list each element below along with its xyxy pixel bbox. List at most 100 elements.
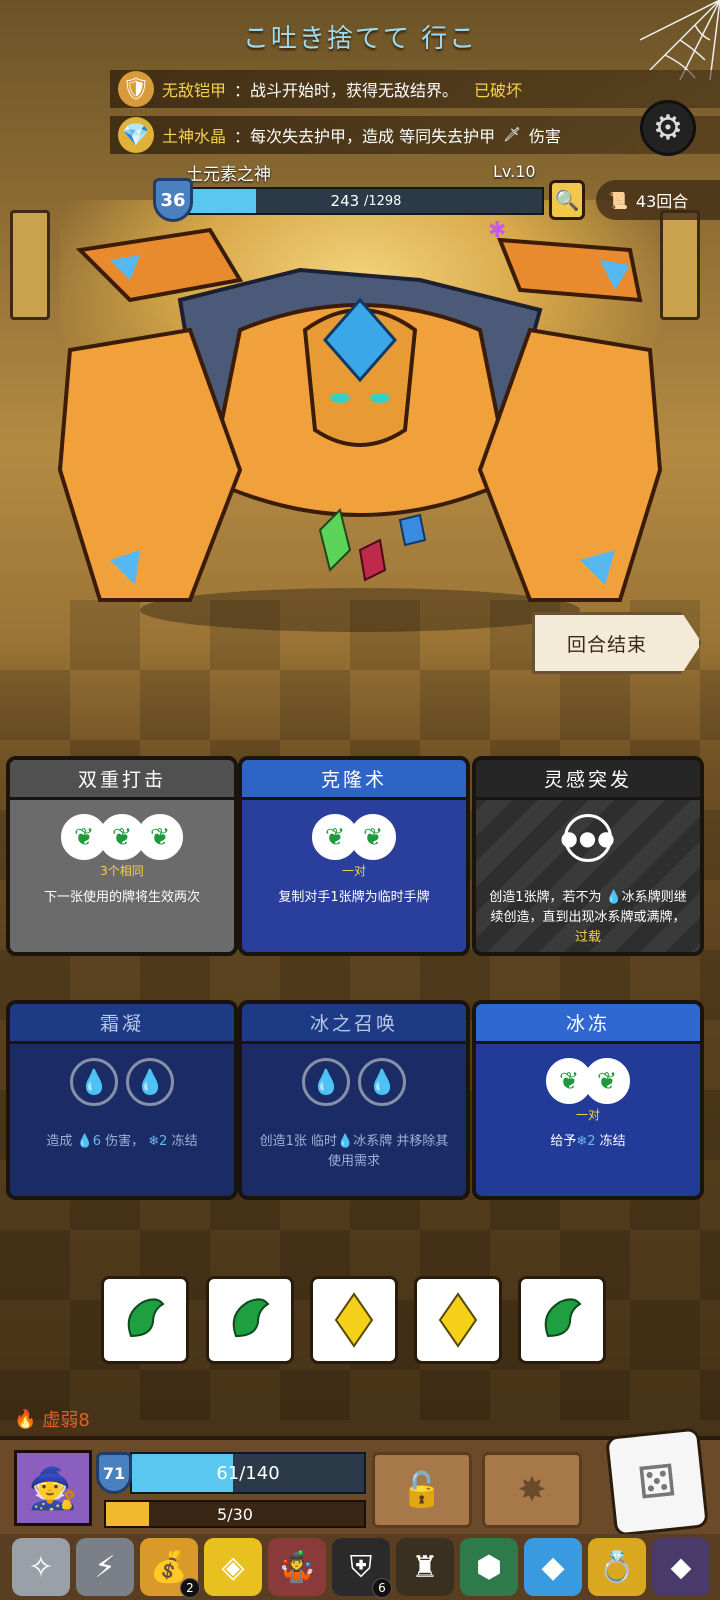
golden-armor-icon: 🛡 bbox=[118, 71, 154, 107]
turn-counter: 📜 43回合 bbox=[596, 180, 720, 220]
water-drop-icon: 💧 bbox=[605, 890, 622, 905]
water-drop-icon: 💧 bbox=[337, 1134, 354, 1149]
card-desc-part: 造成 bbox=[46, 1134, 77, 1149]
card-dice-slots: ❦ ❦ bbox=[242, 814, 466, 860]
turtle-shell-icon[interactable]: ⬢ bbox=[460, 1538, 518, 1596]
lightning-orb-icon[interactable]: ⚡ bbox=[76, 1538, 134, 1596]
tray-badge: 2 bbox=[180, 1578, 200, 1598]
sword-icon: 🗡 bbox=[503, 127, 521, 143]
water-drop-slot-icon: 💧 bbox=[358, 1058, 406, 1106]
relic-desc: ：每次失去护甲，造成 等同失去护甲 bbox=[234, 127, 496, 146]
earth-crystal-icon: 💎 bbox=[118, 117, 154, 153]
player-hp-text: 61/140 bbox=[216, 1462, 280, 1484]
yellow-diamond-icon bbox=[438, 1292, 478, 1348]
flame-icon: 🔥 bbox=[14, 1408, 37, 1430]
enemy-name: 土元素之神 bbox=[186, 165, 271, 185]
magnifier-icon: 🔍 bbox=[554, 188, 580, 212]
black-shield-icon[interactable]: ⛨ 6 bbox=[332, 1538, 392, 1598]
card-desc-part: 创造1张牌，若不为 bbox=[489, 890, 606, 905]
card-title: 克隆术 bbox=[242, 760, 466, 800]
snowflake-icon: ❄ bbox=[576, 1134, 588, 1149]
leaf-slot-icon: ❦ bbox=[350, 814, 396, 860]
player-energy-text: 5/30 bbox=[217, 1504, 253, 1524]
card-desc-part: 冻结 bbox=[167, 1134, 198, 1149]
leaf-slot-icon: ❦ bbox=[137, 814, 183, 860]
die-diamond[interactable] bbox=[310, 1276, 398, 1364]
card-requirement: 一对 bbox=[575, 1108, 600, 1122]
water-drop-slot-icon: 💧 bbox=[302, 1058, 350, 1106]
settings-gear-icon[interactable]: ⚙ bbox=[640, 100, 696, 156]
locked-slot-button[interactable]: 🔓 bbox=[372, 1452, 472, 1528]
card-title: 冰冻 bbox=[476, 1004, 700, 1044]
enemy-hp-text: 243 /1298 bbox=[190, 189, 542, 213]
skill-card-frost[interactable]: 霜凝 💧 💧 造成 💧6 伤害， ❄2 冻结 bbox=[6, 1000, 238, 1200]
inspect-enemy-button[interactable]: 🔍 bbox=[549, 180, 585, 220]
yellow-diamond-icon bbox=[334, 1292, 374, 1348]
leaf-icon bbox=[544, 1298, 582, 1338]
snowflake-icon: ❄ bbox=[148, 1134, 160, 1149]
card-description: 创造1张 临时💧冰系牌 并移除其使用需求 bbox=[254, 1132, 454, 1172]
relic-tray: ✧ ⚡ 💰 2 ◈ 🤹 ⛨ 6 ♜ ⬢ ◆ 💍 ⬥ bbox=[0, 1534, 720, 1600]
relic-row-invincible-armor[interactable]: 🛡 无敌铠甲 ：战斗开始时，获得无敌结界。 已破坏 bbox=[110, 70, 720, 108]
skill-card-clone[interactable]: 克隆术 ❦ ❦ 一对 复制对手1张牌为临时手牌 bbox=[238, 756, 470, 956]
silver-ornament-icon[interactable]: ✧ bbox=[12, 1538, 70, 1596]
die-leaf[interactable] bbox=[206, 1276, 294, 1364]
card-title: 双重打击 bbox=[10, 760, 234, 800]
card-requirement bbox=[242, 1106, 466, 1122]
card-title: 冰之召唤 bbox=[242, 1004, 466, 1044]
scroll-icon: 📜 bbox=[608, 190, 628, 210]
dark-armor-icon[interactable]: ♜ bbox=[396, 1538, 454, 1596]
die-diamond[interactable] bbox=[414, 1276, 502, 1364]
enemy-hp-max: /1298 bbox=[363, 193, 402, 209]
relic-desc: ：战斗开始时，获得无敌结界。 bbox=[234, 81, 459, 100]
card-description: 创造1张牌，若不为 💧冰系牌则继续创造，直到出现冰系牌或满牌，过载 bbox=[488, 888, 688, 948]
turn-counter-text: 43回合 bbox=[635, 192, 689, 211]
reroll-dice-button[interactable]: ⚄ bbox=[605, 1427, 709, 1537]
purple-crystal-icon[interactable]: ⬥ bbox=[652, 1538, 710, 1596]
card-dice-slots: ❦ ❦ ❦ bbox=[10, 814, 234, 860]
enemy-shield-badge: 36 bbox=[153, 178, 193, 222]
relic-status: 已破坏 bbox=[474, 81, 523, 100]
gold-sack-icon[interactable]: 💰 2 bbox=[140, 1538, 200, 1598]
card-requirement bbox=[476, 862, 700, 878]
gold-ring-icon[interactable]: 💍 bbox=[588, 1538, 646, 1596]
freeze-value: 2 bbox=[587, 1134, 596, 1149]
enemy-level: Lv.10 bbox=[493, 162, 536, 181]
ellipsis-icon: ●●● bbox=[560, 814, 615, 862]
player-hp-bar: 61/140 bbox=[130, 1452, 366, 1494]
weak-status[interactable]: 🔥 虚弱8 bbox=[14, 1406, 90, 1432]
skill-card-inspiration[interactable]: 灵感突发 ●●● 创造1张牌，若不为 💧冰系牌则继续创造，直到出现冰系牌或满牌，… bbox=[472, 756, 704, 956]
relic-row-earth-crystal[interactable]: 💎 土神水晶 ：每次失去护甲，造成 等同失去护甲 🗡 伤害 bbox=[110, 116, 720, 154]
card-dice-slots: ●●● bbox=[476, 814, 700, 862]
skill-card-double-strike[interactable]: 双重打击 ❦ ❦ ❦ 3个相同 下一张使用的牌将生效两次 bbox=[6, 756, 238, 956]
relic-name: 土神水晶 bbox=[162, 127, 227, 146]
enemy-hp-current: 243 bbox=[330, 192, 360, 210]
card-description: 造成 💧6 伤害， ❄2 冻结 bbox=[22, 1132, 222, 1152]
blue-crystal-icon[interactable]: ◆ bbox=[524, 1538, 582, 1596]
card-dice-slots: 💧 💧 bbox=[242, 1058, 466, 1106]
card-dice-slots: ❦ ❦ bbox=[476, 1058, 700, 1104]
card-desc-part: 冻结 bbox=[595, 1134, 626, 1149]
earth-elemental-boss[interactable] bbox=[40, 220, 680, 640]
card-desc-part: 伤害， bbox=[101, 1134, 149, 1149]
leaf-slot-icon: ❦ bbox=[584, 1058, 630, 1104]
overload-keyword: 过载 bbox=[574, 930, 601, 945]
die-leaf[interactable] bbox=[518, 1276, 606, 1364]
skill-card-freeze[interactable]: 冰冻 ❦ ❦ 一对 给予❄2 冻结 bbox=[472, 1000, 704, 1200]
area-title: こ吐き捨てて 行こ bbox=[242, 24, 478, 54]
player-shield-badge: 71 bbox=[96, 1452, 132, 1494]
card-description: 下一张使用的牌将生效两次 bbox=[43, 890, 200, 905]
water-drop-slot-icon: 💧 bbox=[126, 1058, 174, 1106]
die-leaf[interactable] bbox=[101, 1276, 189, 1364]
card-title: 霜凝 bbox=[10, 1004, 234, 1044]
damage-value: 6 bbox=[92, 1134, 101, 1149]
burst-icon: ✸ bbox=[517, 1470, 547, 1510]
shatter-skill-button[interactable]: ✸ bbox=[482, 1452, 582, 1528]
relic-desc-tail: 伤害 bbox=[528, 127, 561, 146]
jester-figure-icon[interactable]: 🤹 bbox=[268, 1538, 326, 1596]
leaf-icon bbox=[232, 1298, 270, 1338]
end-turn-button[interactable]: 回合结束 bbox=[532, 612, 702, 674]
red-gem-frame-icon[interactable]: ◈ bbox=[204, 1538, 262, 1596]
player-avatar[interactable]: 🧙 bbox=[14, 1450, 92, 1526]
skill-card-ice-summon[interactable]: 冰之召唤 💧 💧 创造1张 临时💧冰系牌 并移除其使用需求 bbox=[238, 1000, 470, 1200]
